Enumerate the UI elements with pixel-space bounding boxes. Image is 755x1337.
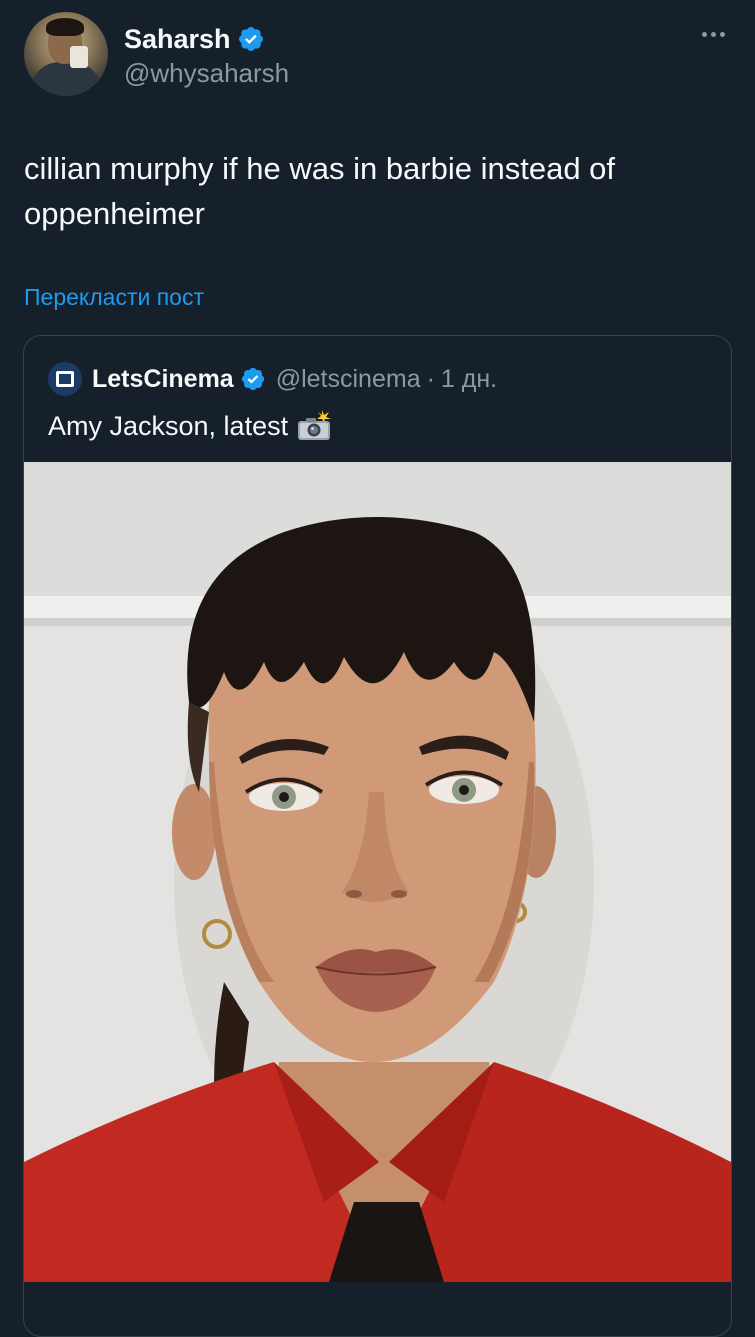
tweet-text: cillian murphy if he was in barbie inste… — [24, 151, 616, 231]
camera-with-flash-icon — [298, 410, 332, 440]
more-options-icon[interactable] — [697, 24, 729, 44]
portrait-photo[interactable] — [24, 462, 731, 1282]
quoted-avatar[interactable] — [48, 362, 82, 396]
translate-post-link[interactable]: Перекласти пост — [24, 284, 204, 311]
quoted-header: LetsCinema @letscinema · 1 дн. — [48, 362, 497, 396]
tweet-header: Saharsh @whysaharsh — [24, 12, 731, 98]
author-handle[interactable]: @whysaharsh — [124, 58, 289, 89]
quoted-timestamp[interactable]: 1 дн. — [441, 365, 497, 394]
quoted-handle[interactable]: @letscinema — [276, 365, 421, 394]
quoted-tweet[interactable]: LetsCinema @letscinema · 1 дн. Amy Jacks… — [23, 335, 732, 1337]
author-avatar[interactable] — [24, 12, 108, 96]
tweet: Saharsh @whysaharsh cillian murphy if he… — [0, 0, 755, 1337]
separator-dot: · — [426, 364, 435, 393]
verified-badge-icon — [241, 367, 264, 391]
quoted-display-name[interactable]: LetsCinema — [92, 365, 234, 394]
verified-badge-icon — [238, 27, 263, 51]
quoted-text-row: Amy Jackson, latest — [48, 410, 332, 442]
quoted-text: Amy Jackson, latest — [48, 410, 289, 441]
author-display-name[interactable]: Saharsh — [124, 24, 231, 55]
author-name-row[interactable]: Saharsh — [124, 22, 265, 56]
